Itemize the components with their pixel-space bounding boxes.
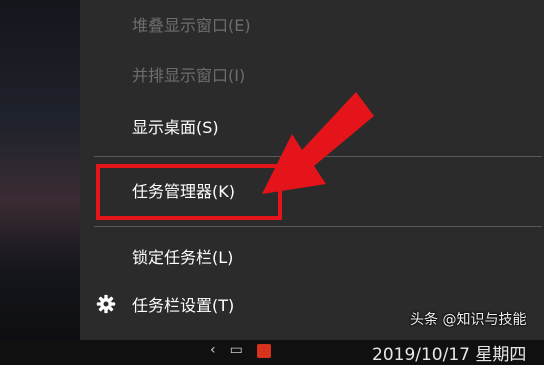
menu-item-label: 任务栏设置(T) — [132, 296, 235, 315]
gear-icon — [96, 294, 116, 314]
menu-item-label: 显示桌面(S) — [132, 118, 219, 137]
network-icon[interactable]: ▭ — [230, 342, 243, 358]
menu-item-show-desktop[interactable]: 显示桌面(S) — [80, 106, 544, 146]
menu-item-label: 锁定任务栏(L) — [132, 248, 234, 267]
menu-item-side-by-side-windows[interactable]: 并排显示窗口(I) — [80, 54, 544, 94]
taskbar: ‹ ▭ 2019/10/17 星期四 — [0, 340, 544, 365]
menu-separator — [94, 156, 542, 157]
taskbar-tray-icons: ‹ ▭ — [210, 342, 271, 358]
menu-item-lock-taskbar[interactable]: 锁定任务栏(L) — [80, 236, 544, 276]
annotation-highlight-box — [96, 164, 282, 220]
chevron-left-icon[interactable]: ‹ — [210, 342, 216, 358]
watermark-text: 头条 @知识与技能 — [410, 312, 527, 328]
desktop-background — [0, 0, 80, 362]
app-tray-icon[interactable] — [256, 344, 271, 358]
menu-item-label: 堆叠显示窗口(E) — [132, 16, 251, 35]
menu-item-label: 并排显示窗口(I) — [132, 66, 246, 85]
menu-item-cascade-windows[interactable]: 堆叠显示窗口(E) — [80, 4, 544, 44]
menu-separator — [94, 226, 542, 227]
taskbar-clock[interactable]: 2019/10/17 星期四 — [372, 340, 526, 365]
